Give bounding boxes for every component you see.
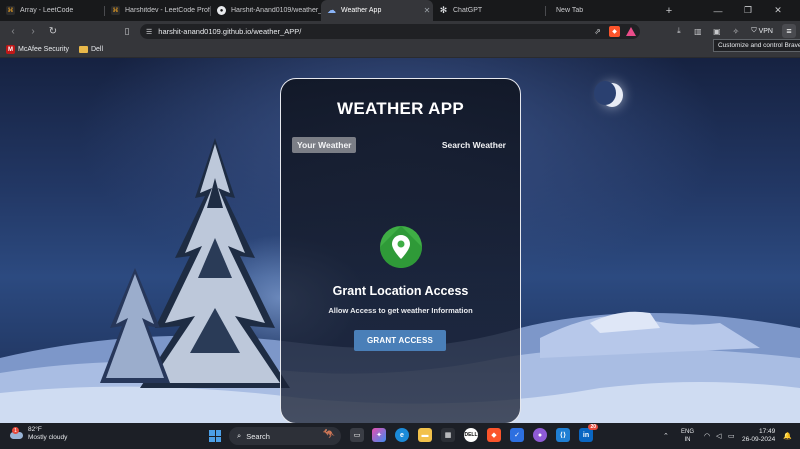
address-bar[interactable]: ☰ harshit-anand0109.github.io/weather_AP… — [140, 24, 640, 39]
cloud-icon: ☁ — [327, 5, 336, 15]
github-desktop-icon[interactable]: ● — [533, 428, 547, 442]
reload-icon[interactable]: ↻ — [46, 25, 60, 39]
maximize-icon[interactable]: ❐ — [734, 0, 762, 21]
grant-location-heading: Grant Location Access — [332, 284, 469, 298]
notification-bell-icon[interactable]: 🔔 — [783, 423, 792, 449]
tab-label: Array - LeetCode — [20, 7, 74, 14]
tab-label: Harshitdev - LeetCode Profile — [125, 7, 210, 14]
folder-icon — [78, 46, 88, 53]
site-info-icon[interactable]: ☰ — [146, 28, 152, 36]
copilot-icon[interactable]: ✦ — [372, 428, 386, 442]
tab-github-repo[interactable]: ● Harshit-Anand0109/weather_A — [211, 0, 321, 21]
taskbar: 1 82°F Mostly cloudy ⌕ Search 🦘 ▭ ✦ e ▬ … — [0, 423, 800, 449]
toolbar: ‹ › ↻ ▯ ☰ harshit-anand0109.github.io/we… — [0, 21, 800, 42]
tab-label: Harshit-Anand0109/weather_A — [231, 7, 321, 14]
file-explorer-icon[interactable]: ▬ — [418, 428, 432, 442]
sidebar-icon[interactable]: ▥ — [691, 24, 704, 38]
close-tab-icon[interactable]: ✕ — [421, 6, 433, 15]
tab-your-weather[interactable]: Your Weather — [292, 137, 357, 153]
tab-weather-app[interactable]: ☁ Weather App ✕ — [321, 0, 433, 21]
language-indicator[interactable]: ENG IN — [681, 428, 694, 444]
weather-temp: 82°F — [28, 426, 42, 433]
search-icon: ⌕ — [237, 431, 242, 440]
taskbar-search[interactable]: ⌕ Search 🦘 — [229, 427, 341, 445]
tab-label: New Tab — [556, 7, 584, 14]
github-icon: ● — [217, 6, 226, 15]
vpn-label: VPN — [758, 27, 773, 35]
show-hidden-icons[interactable]: ⌃ — [663, 423, 669, 449]
microsoft-store-icon[interactable]: ▦ — [441, 428, 455, 442]
tab-array-leetcode[interactable]: ⌘ Array - LeetCode — [0, 0, 104, 21]
download-icon[interactable]: ⤓ — [672, 24, 685, 38]
weather-desc: Mostly cloudy — [28, 434, 68, 441]
weather-badge: 1 — [12, 427, 19, 434]
tab-new-tab[interactable]: New Tab — [546, 0, 658, 21]
wifi-icon[interactable]: ◠ — [704, 423, 710, 449]
windows-start-icon[interactable] — [209, 430, 221, 442]
todo-icon[interactable]: ✓ — [510, 428, 524, 442]
address-url: harshit-anand0109.github.io/weather_APP/ — [158, 27, 302, 36]
mcafee-icon: M — [6, 45, 15, 54]
grant-location-subtext: Allow Access to get weather Information — [328, 306, 473, 315]
brave-rewards-icon[interactable] — [626, 27, 636, 36]
brave-shields-icon[interactable]: ◆ — [609, 26, 620, 37]
new-tab-button[interactable]: + — [658, 5, 680, 17]
page-viewport: WEATHER APP Your Weather Search Weather … — [0, 58, 800, 423]
app-title: WEATHER APP — [336, 99, 465, 118]
brave-taskbar-icon[interactable]: ◆ — [487, 428, 501, 442]
clock-time: 17:49 — [758, 428, 776, 435]
grant-access-button[interactable]: GRANT ACCESS — [354, 330, 446, 351]
system-clock[interactable]: 17:49 26-09-2024 — [742, 428, 775, 444]
lang-top: ENG — [681, 429, 695, 435]
menu-tooltip: Customize and control Brave — [713, 39, 800, 52]
wallet-icon[interactable]: ▣ — [710, 24, 723, 38]
minimize-icon[interactable]: — — [704, 0, 732, 21]
edge-icon[interactable]: e — [395, 428, 409, 442]
vpn-button[interactable]: ⛉ VPN — [748, 27, 776, 35]
back-icon[interactable]: ‹ — [6, 25, 20, 39]
cloudy-weather-icon: 1 — [8, 427, 24, 440]
bookmarks-bar: M McAfee Security Dell — [0, 42, 800, 58]
linkedin-badge: 20 — [588, 424, 598, 430]
bookmark-label: McAfee Security — [18, 46, 69, 53]
bookmark-mcafee[interactable]: M McAfee Security — [6, 45, 69, 54]
bookmark-dell[interactable]: Dell — [78, 46, 104, 53]
tab-chatgpt[interactable]: ✻ ChatGPT — [433, 0, 545, 21]
close-window-icon[interactable]: ✕ — [764, 0, 792, 21]
linkedin-icon[interactable]: in 20 — [579, 424, 598, 442]
search-highlight-icon: 🦘 — [322, 429, 335, 440]
taskbar-weather-widget[interactable]: 1 82°F Mostly cloudy — [8, 426, 67, 442]
vscode-icon[interactable]: ⟨⟩ — [556, 428, 570, 442]
leetcode-icon: ⌘ — [6, 6, 15, 15]
snowy-tree — [100, 268, 170, 383]
bookmark-label: Dell — [90, 46, 104, 53]
search-label: Search — [246, 431, 270, 441]
tab-search-weather[interactable]: Search Weather — [442, 137, 506, 153]
leo-ai-icon[interactable]: ✧ — [729, 24, 742, 38]
tab-label: ChatGPT — [453, 7, 483, 14]
task-view-icon[interactable]: ▭ — [350, 428, 364, 442]
bookmark-icon[interactable]: ▯ — [120, 24, 134, 38]
tab-strip: ⌘ Array - LeetCode ⌘ Harshitdev - LeetCo… — [0, 0, 800, 21]
weather-app-card: WEATHER APP Your Weather Search Weather … — [280, 78, 521, 423]
volume-icon[interactable]: ◁ — [716, 423, 721, 449]
menu-icon[interactable]: ≡ — [782, 24, 796, 38]
battery-icon[interactable]: ▭ — [728, 423, 735, 449]
share-icon[interactable]: ⇗ — [592, 26, 603, 37]
vpn-shield-icon: ⛉ — [751, 27, 757, 34]
tab-label: Weather App — [341, 7, 382, 14]
clock-date: 26-09-2024 — [742, 436, 776, 443]
dell-icon[interactable]: DELL — [464, 428, 478, 442]
lang-bottom: IN — [684, 437, 691, 443]
leetcode-icon: ⌘ — [111, 6, 120, 15]
chatgpt-icon: ✻ — [439, 5, 448, 15]
tab-leetcode-profile[interactable]: ⌘ Harshitdev - LeetCode Profile — [105, 0, 210, 21]
forward-icon[interactable]: › — [26, 25, 40, 39]
location-pin-icon — [380, 226, 422, 268]
